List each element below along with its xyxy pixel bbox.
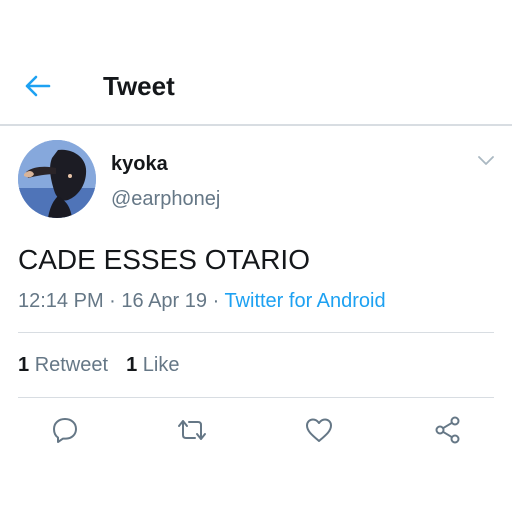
top-app-bar: Tweet xyxy=(0,50,512,122)
like-stat[interactable]: 1 Like xyxy=(126,354,179,376)
more-options-button[interactable] xyxy=(476,154,496,170)
tweet-source-link[interactable]: Twitter for Android xyxy=(224,290,385,312)
retweet-count: 1 xyxy=(18,354,30,376)
avatar-photo xyxy=(18,140,96,218)
engagement-stats: 1 Retweet 1 Like xyxy=(18,353,179,377)
avatar[interactable] xyxy=(18,140,96,218)
author-name[interactable]: kyoka xyxy=(111,152,168,176)
page-title: Tweet xyxy=(103,71,175,101)
header-divider xyxy=(0,124,512,126)
tweet-date: 16 Apr 19 xyxy=(121,290,208,312)
chevron-down-icon xyxy=(478,153,494,171)
tweet-metadata: 12:14 PM · 16 Apr 19 · Twitter for Andro… xyxy=(18,289,386,313)
share-icon xyxy=(433,415,463,445)
retweet-label: Retweet xyxy=(34,354,109,376)
tweet-text: CADE ESSES OTARIO xyxy=(18,244,310,275)
like-count: 1 xyxy=(126,354,138,376)
divider xyxy=(18,332,494,333)
tweet-detail-screen: Tweet kyoka @earphonej CADE ESSES OTARIO… xyxy=(0,0,512,512)
meta-separator: · xyxy=(207,290,225,312)
like-button[interactable] xyxy=(303,414,335,446)
retweet-icon xyxy=(176,416,208,444)
heart-icon xyxy=(304,416,334,444)
meta-separator: · xyxy=(103,290,122,312)
reply-button[interactable] xyxy=(49,414,81,446)
like-label: Like xyxy=(142,354,180,376)
tweet-time: 12:14 PM xyxy=(18,290,104,312)
arrow-left-icon xyxy=(25,75,51,102)
author-handle[interactable]: @earphonej xyxy=(111,187,220,211)
back-button[interactable] xyxy=(22,72,54,104)
retweet-button[interactable] xyxy=(176,414,208,446)
retweet-stat[interactable]: 1 Retweet xyxy=(18,354,108,376)
divider xyxy=(18,397,494,398)
share-button[interactable] xyxy=(432,414,464,446)
reply-icon xyxy=(51,416,79,444)
